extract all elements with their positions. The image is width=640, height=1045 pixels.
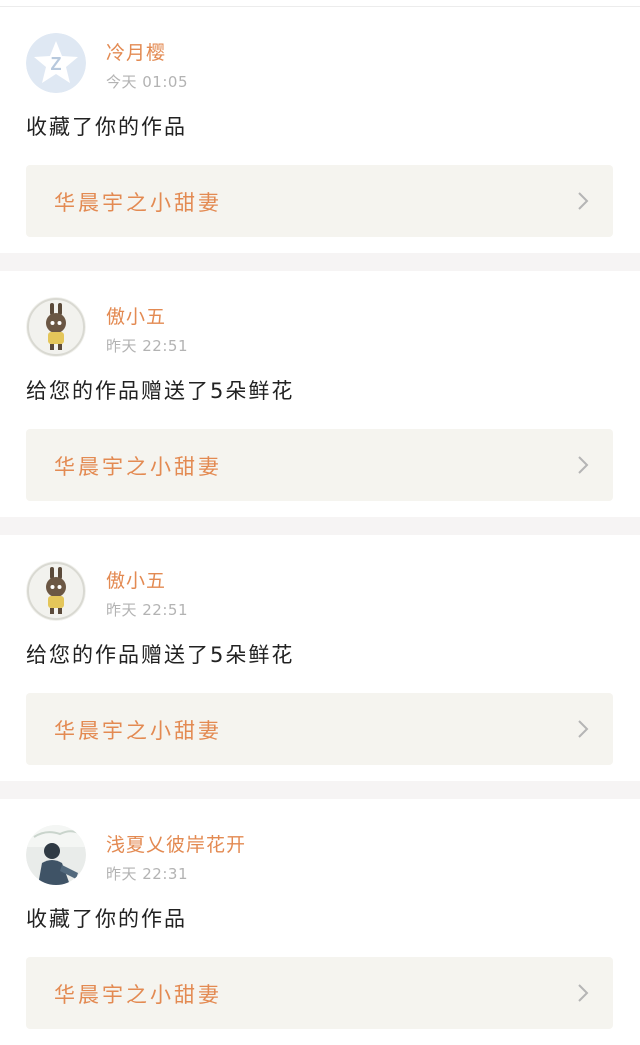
work-title: 华晨宇之小甜妻 bbox=[54, 719, 222, 743]
svg-text:Z: Z bbox=[51, 54, 62, 74]
username[interactable]: 傲小五 bbox=[106, 566, 166, 593]
work-link-card[interactable]: 华晨宇之小甜妻 bbox=[26, 165, 613, 237]
bunny-figure-icon bbox=[26, 297, 86, 357]
work-link-card[interactable]: 华晨宇之小甜妻 bbox=[26, 693, 613, 765]
notification-item: 浅夏乂彼岸花开 昨天 22:31 收藏了你的作品 华晨宇之小甜妻 bbox=[0, 799, 640, 1045]
chevron-right-icon bbox=[578, 456, 589, 474]
username[interactable]: 浅夏乂彼岸花开 bbox=[106, 830, 246, 857]
qzone-star-icon: Z bbox=[26, 33, 86, 93]
photo-person-icon bbox=[26, 825, 86, 885]
notification-item: 傲小五 昨天 22:51 给您的作品赠送了5朵鲜花 华晨宇之小甜妻 bbox=[0, 271, 640, 517]
timestamp: 今天 01:05 bbox=[106, 73, 188, 91]
chevron-right-icon bbox=[578, 720, 589, 738]
username[interactable]: 冷月樱 bbox=[106, 38, 166, 65]
timestamp: 昨天 22:51 bbox=[106, 337, 188, 355]
username[interactable]: 傲小五 bbox=[106, 302, 166, 329]
timestamp: 昨天 22:31 bbox=[106, 865, 188, 883]
action-text: 给您的作品赠送了5朵鲜花 bbox=[26, 643, 295, 667]
action-text: 收藏了你的作品 bbox=[26, 115, 187, 139]
separator bbox=[0, 517, 640, 535]
work-link-card[interactable]: 华晨宇之小甜妻 bbox=[26, 429, 613, 501]
notification-item: Z 冷月樱 今天 01:05 收藏了你的作品 华晨宇之小甜妻 bbox=[0, 7, 640, 253]
chevron-right-icon bbox=[578, 192, 589, 210]
bunny-figure-icon bbox=[26, 561, 86, 621]
separator bbox=[0, 253, 640, 271]
avatar[interactable] bbox=[26, 297, 86, 357]
top-divider bbox=[0, 0, 640, 7]
separator bbox=[0, 781, 640, 799]
work-title: 华晨宇之小甜妻 bbox=[54, 191, 222, 215]
notification-item: 傲小五 昨天 22:51 给您的作品赠送了5朵鲜花 华晨宇之小甜妻 bbox=[0, 535, 640, 781]
chevron-right-icon bbox=[578, 984, 589, 1002]
action-text: 给您的作品赠送了5朵鲜花 bbox=[26, 379, 295, 403]
work-link-card[interactable]: 华晨宇之小甜妻 bbox=[26, 957, 613, 1029]
action-text: 收藏了你的作品 bbox=[26, 907, 187, 931]
avatar[interactable] bbox=[26, 561, 86, 621]
timestamp: 昨天 22:51 bbox=[106, 601, 188, 619]
avatar[interactable] bbox=[26, 825, 86, 885]
work-title: 华晨宇之小甜妻 bbox=[54, 983, 222, 1007]
work-title: 华晨宇之小甜妻 bbox=[54, 455, 222, 479]
avatar[interactable]: Z bbox=[26, 33, 86, 93]
